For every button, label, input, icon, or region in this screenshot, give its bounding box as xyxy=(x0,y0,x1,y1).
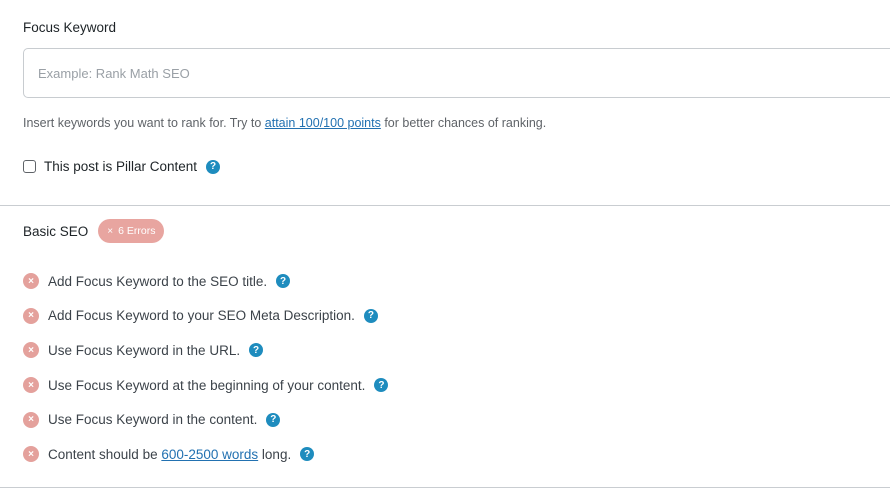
check-item: × Use Focus Keyword in the URL. ? xyxy=(23,333,388,368)
pillar-content-label[interactable]: This post is Pillar Content xyxy=(44,159,197,174)
question-circle-icon[interactable]: ? xyxy=(249,343,264,358)
error-icon: × xyxy=(23,273,39,290)
check-item: × Add Focus Keyword to the SEO title. ? xyxy=(23,264,388,299)
question-circle-icon[interactable]: ? xyxy=(363,308,378,323)
focus-keyword-label: Focus Keyword xyxy=(23,20,117,35)
error-icon: × xyxy=(23,307,39,324)
error-icon: × xyxy=(23,411,39,428)
check-item: × Use Focus Keyword at the beginning of … xyxy=(23,368,389,403)
check-text: Add Focus Keyword to your SEO Meta Descr… xyxy=(48,308,355,324)
pillar-content-checkbox[interactable] xyxy=(23,160,36,173)
focus-keyword-help: Insert keywords you want to rank for. Tr… xyxy=(23,116,546,130)
attain-points-link[interactable]: attain 100/100 points xyxy=(265,116,381,130)
question-circle-icon[interactable]: ? xyxy=(206,159,221,174)
check-text: Content should be 600-2500 words long. xyxy=(48,447,291,462)
question-circle-icon[interactable]: ? xyxy=(276,274,291,289)
basic-seo-checks: × Add Focus Keyword to the SEO title. ? … xyxy=(23,264,389,472)
check-item: × Add Focus Keyword to your SEO Meta Des… xyxy=(23,299,388,334)
check-text: Add Focus Keyword to the SEO title. xyxy=(48,273,268,289)
check-text: Use Focus Keyword at the beginning of yo… xyxy=(48,377,366,393)
question-circle-icon[interactable]: ? xyxy=(300,447,315,462)
focus-keyword-input[interactable] xyxy=(23,48,890,98)
basic-seo-header: Basic SEO × 6 Errors xyxy=(23,219,165,243)
section-divider xyxy=(0,205,890,206)
error-icon: × xyxy=(23,342,39,359)
basic-seo-title[interactable]: Basic SEO xyxy=(23,224,88,239)
error-icon: × xyxy=(23,377,39,394)
check-text-prefix: Content should be xyxy=(48,446,162,462)
question-circle-icon[interactable]: ? xyxy=(374,378,389,393)
word-count-link[interactable]: 600-2500 words xyxy=(161,447,258,462)
check-text-suffix: long. xyxy=(258,446,292,462)
check-item: × Use Focus Keyword in the content. ? xyxy=(23,402,388,437)
check-text: Use Focus Keyword in the content. xyxy=(48,412,258,428)
pillar-content-row: This post is Pillar Content ? xyxy=(23,159,221,174)
close-icon: × xyxy=(107,225,114,237)
check-item: × Content should be 600-2500 words long.… xyxy=(23,437,388,472)
error-icon: × xyxy=(23,446,39,463)
question-circle-icon[interactable]: ? xyxy=(266,412,281,427)
help-text-prefix: Insert keywords you want to rank for. Tr… xyxy=(23,116,265,130)
help-text-suffix: for better chances of ranking. xyxy=(380,116,547,130)
errors-count: 6 Errors xyxy=(118,225,156,237)
errors-badge: × 6 Errors xyxy=(98,219,165,243)
check-text: Use Focus Keyword in the URL. xyxy=(48,342,241,358)
